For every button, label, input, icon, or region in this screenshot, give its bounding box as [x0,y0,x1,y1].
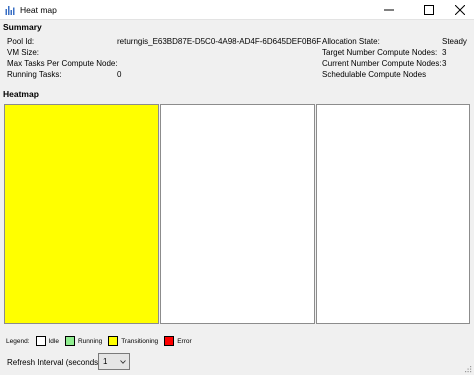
allocation-state-value: Steady [442,37,467,46]
maximize-button[interactable] [412,0,446,20]
refresh-interval-select[interactable]: 1 [98,353,130,370]
resize-grip-icon[interactable] [464,365,472,373]
heatmap-node-tile[interactable] [160,104,315,324]
pool-id-label: Pool Id: [7,37,35,46]
running-tasks-label: Running Tasks: [7,70,62,79]
heatmap-heading: Heatmap [3,89,39,99]
summary-heading: Summary [3,22,42,32]
bar-chart-icon [5,5,15,15]
current-nodes-value: 3 [442,59,447,68]
heatmap-node-tile[interactable] [4,104,159,324]
legend-swatch-transitioning [108,336,119,346]
vm-size-label: VM Size: [7,48,40,57]
current-nodes-label: Current Number Compute Nodes: [322,59,442,68]
target-nodes-label: Target Number Compute Nodes: [322,48,438,57]
chevron-down-icon [120,359,126,364]
schedulable-nodes-label: Schedulable Compute Nodes [322,70,427,79]
target-nodes-value: 3 [442,48,447,57]
close-button[interactable] [445,0,474,20]
minimize-icon [384,9,394,11]
maximize-icon [424,5,434,15]
pool-id-value: returngis_E63BD87E-D5C0-4A98-AD4F-6D645D… [117,37,322,46]
legend-swatch-idle [35,336,46,346]
legend: Legend: Idle Running Transitioning Error [6,336,196,346]
legend-item-idle: Idle [48,337,59,345]
close-icon [454,5,465,15]
window-title: Heat map [20,5,57,15]
refresh-interval-value: 1 [103,357,108,366]
max-tasks-label: Max Tasks Per Compute Node: [7,59,118,68]
allocation-state-label: Allocation State: [322,37,380,46]
running-tasks-value: 0 [117,70,122,79]
legend-label: Legend: [6,337,30,345]
refresh-interval-label: Refresh Interval (seconds): [7,358,104,367]
title-bar: Heat map [0,0,474,20]
heatmap-node-tile[interactable] [316,104,470,324]
legend-item-transitioning: Transitioning [121,337,159,345]
legend-swatch-error [164,336,175,346]
legend-swatch-running [64,336,75,346]
legend-item-error: Error [177,337,192,345]
legend-item-running: Running [77,337,103,345]
minimize-button[interactable] [372,0,406,20]
